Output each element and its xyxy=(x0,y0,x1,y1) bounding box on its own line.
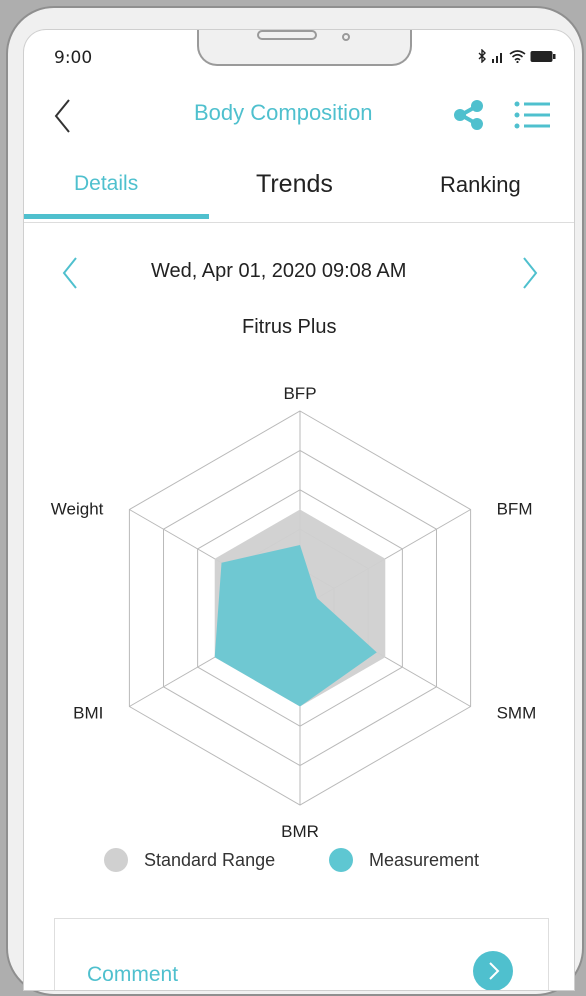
radar-axis-label: BMR xyxy=(281,822,319,841)
radar-axis-label: BFP xyxy=(283,384,316,403)
comment-label: Comment xyxy=(87,963,179,986)
standard-swatch xyxy=(104,848,128,872)
comment-card[interactable]: Comment xyxy=(54,918,549,990)
radar-axis-label: Weight xyxy=(51,500,104,519)
phone-notch xyxy=(197,30,412,66)
legend-measurement: Measurement xyxy=(329,848,479,872)
radar-axis-label: BMI xyxy=(73,704,103,723)
chevron-right-icon xyxy=(489,962,500,980)
radar-axis-label: SMM xyxy=(497,704,537,723)
radar-axis-label: BFM xyxy=(497,500,533,519)
chart-legend: Standard Range Measurement xyxy=(24,848,574,878)
comment-open-button[interactable] xyxy=(473,951,513,990)
radar-chart: BFP BFM SMM BMR BMI Weight xyxy=(51,384,537,841)
app-screen: 9:00 Body Composition Details Trends Ran… xyxy=(24,30,574,990)
speaker-icon xyxy=(257,30,317,40)
legend-standard: Standard Range xyxy=(104,848,275,872)
legend-standard-label: Standard Range xyxy=(144,849,276,870)
camera-icon xyxy=(342,33,350,41)
measurement-swatch xyxy=(329,848,353,872)
legend-measurement-label: Measurement xyxy=(369,849,480,870)
